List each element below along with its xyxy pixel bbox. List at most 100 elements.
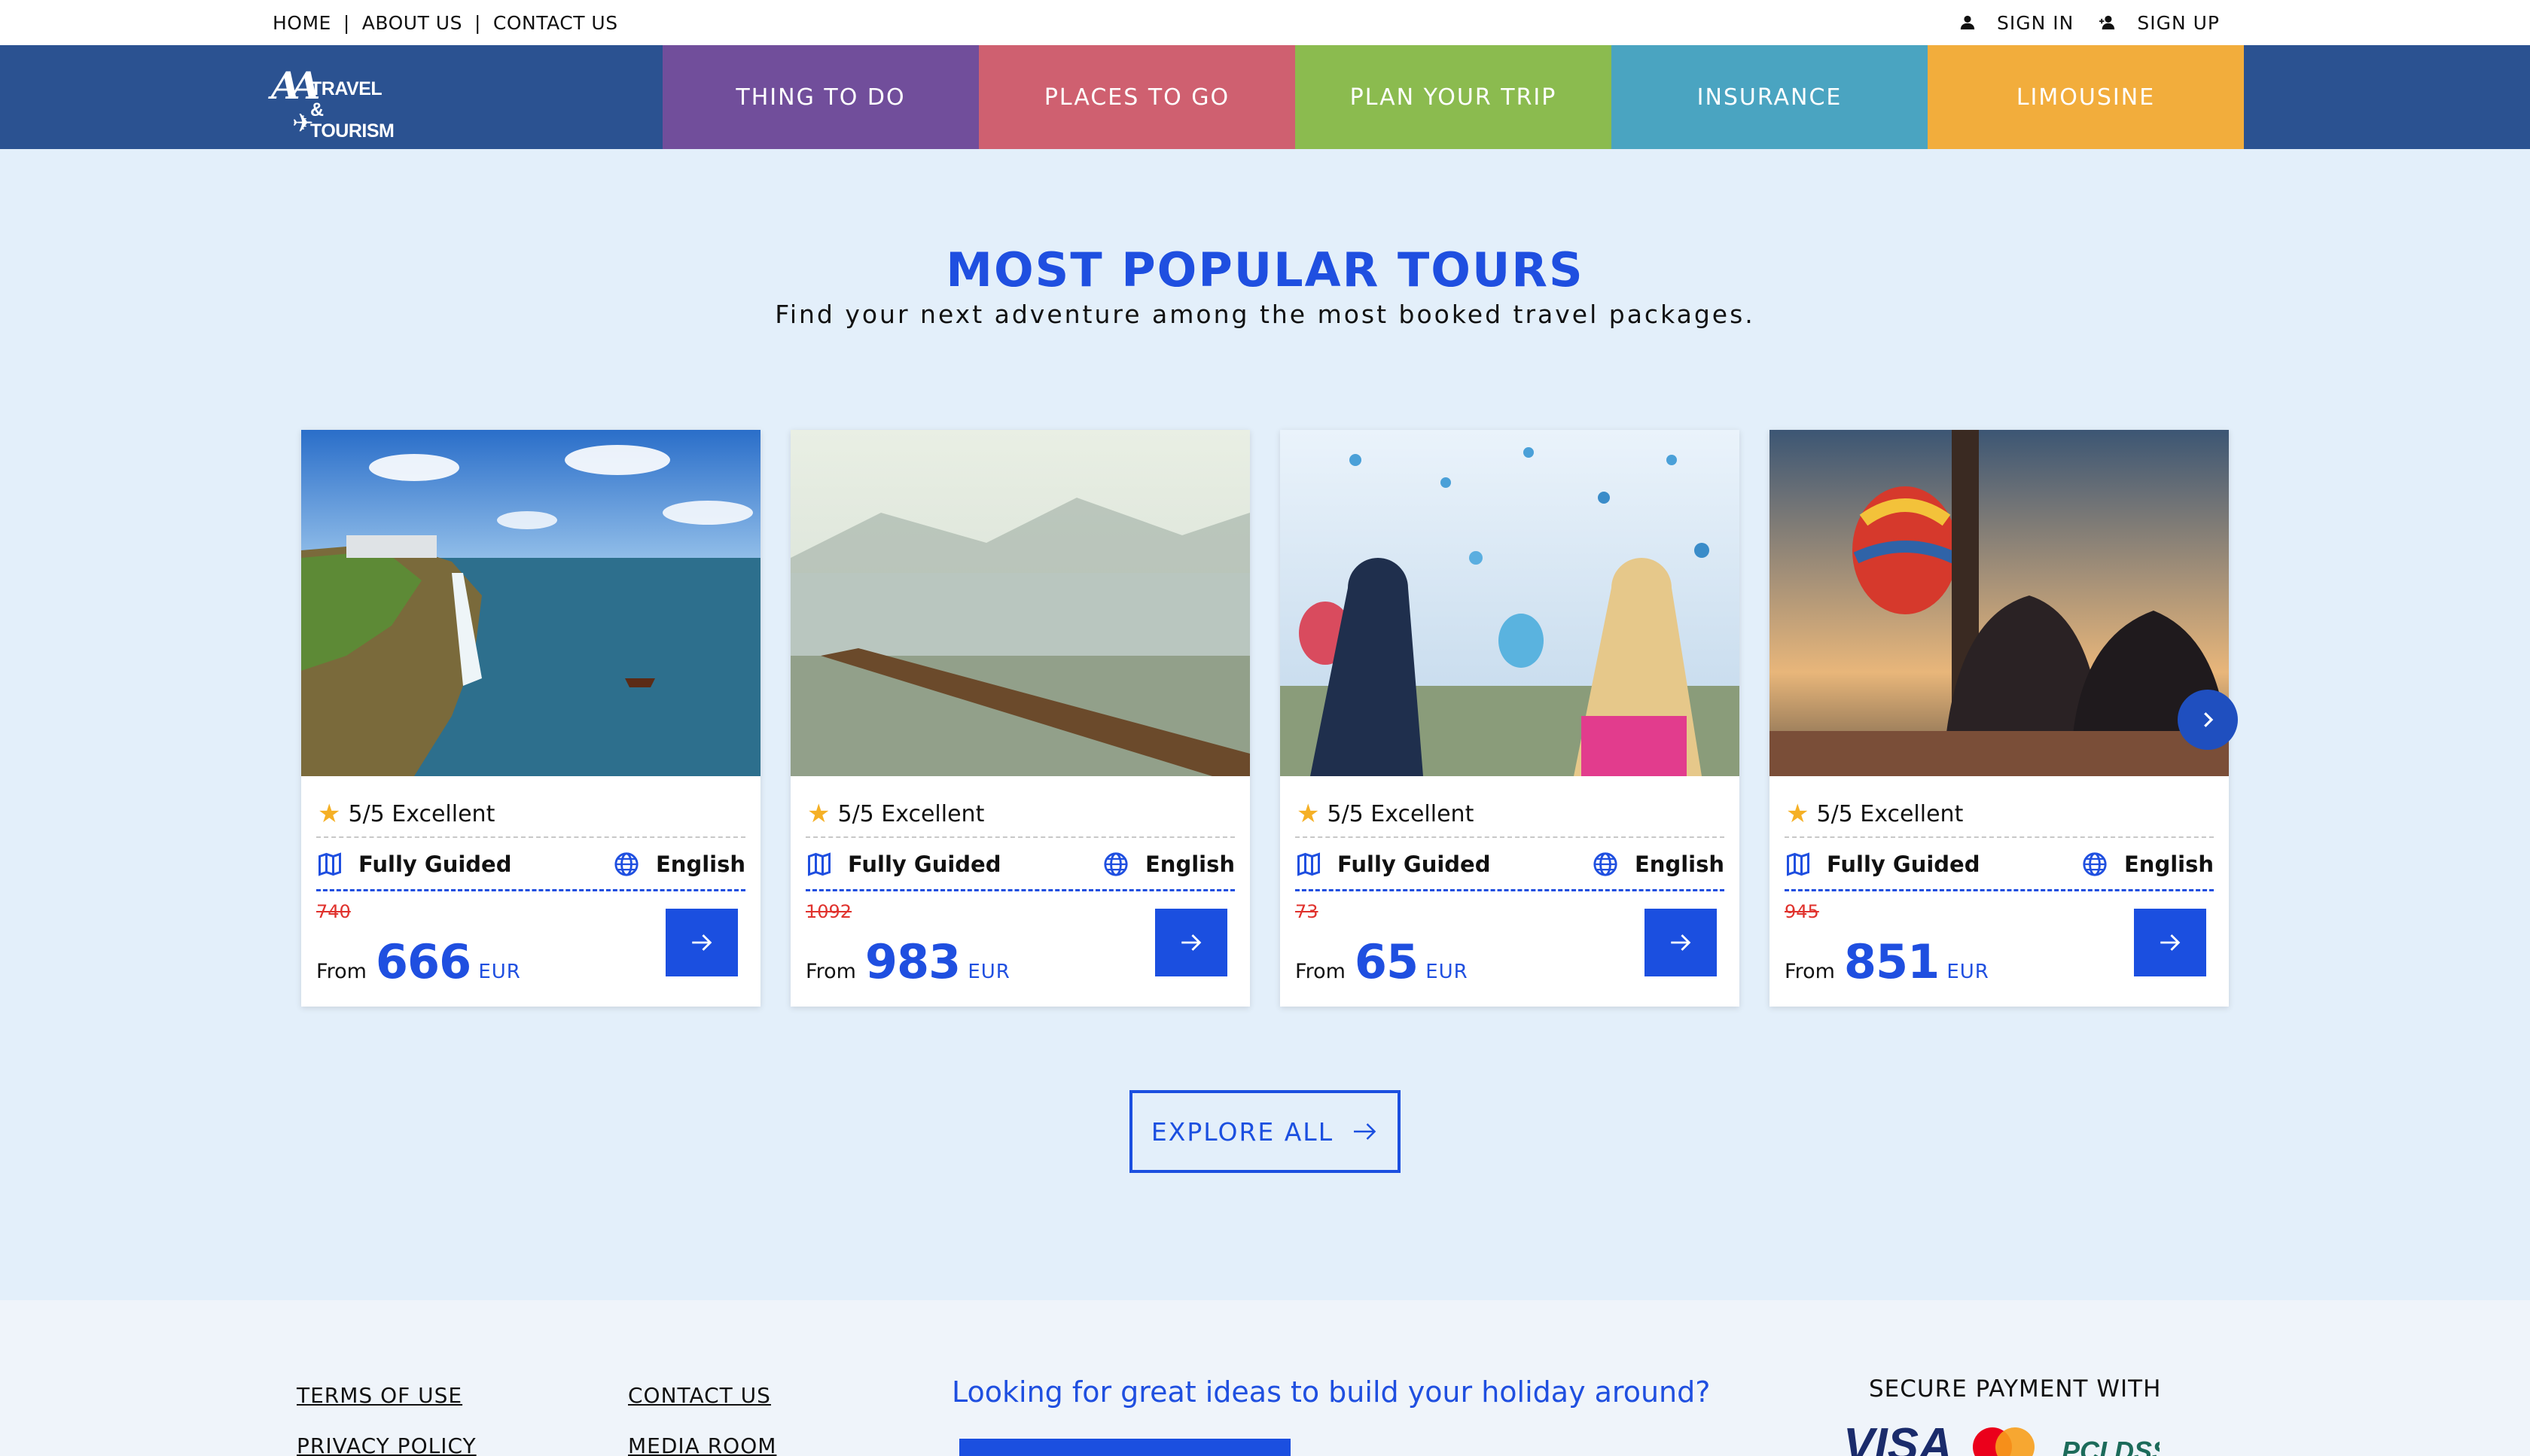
nav-items: THING TO DO PLACES TO GO PLAN YOUR TRIP … xyxy=(663,45,2244,149)
price: 983 xyxy=(864,934,961,989)
guided-info: Fully Guided xyxy=(316,845,511,883)
divider xyxy=(1785,836,2214,838)
globe-icon xyxy=(614,852,639,876)
main-nav: AA TRAVEL & TOURISM ✈ THING TO DO PLACES… xyxy=(0,45,2530,149)
map-icon xyxy=(1297,852,1320,876)
star-icon: ★ xyxy=(807,799,831,829)
divider xyxy=(806,836,1235,838)
holiday-ideas-button[interactable] xyxy=(959,1439,1291,1456)
star-icon: ★ xyxy=(1786,799,1809,829)
guided-label: Fully Guided xyxy=(1827,851,1980,877)
sign-in-link[interactable]: SIGN IN xyxy=(1959,12,2074,34)
from-label: From xyxy=(316,960,367,983)
old-price: 1092 xyxy=(806,901,852,922)
waterfall-coast-photo xyxy=(301,430,761,776)
price-divider xyxy=(316,889,745,891)
privacy-policy-link[interactable]: PRIVACY POLICY xyxy=(297,1433,477,1456)
carousel-next-button[interactable] xyxy=(2178,690,2238,750)
section-title: MOST POPULAR TOURS xyxy=(946,242,1584,297)
sign-up-label: SIGN UP xyxy=(2137,11,2220,34)
guided-label: Fully Guided xyxy=(358,851,512,877)
from-label: From xyxy=(806,960,856,983)
map-icon xyxy=(319,852,341,876)
divider xyxy=(1295,836,1724,838)
rating: ★ 5/5 Excellent xyxy=(807,796,984,832)
guided-info: Fully Guided xyxy=(1785,845,1980,883)
guided-label: Fully Guided xyxy=(848,851,1001,877)
holiday-ideas-heading: Looking for great ideas to build your ho… xyxy=(952,1375,1711,1409)
arrow-right-icon xyxy=(1671,934,1691,951)
pci-dss-logo-text: PCI DSS xyxy=(2062,1436,2160,1456)
sign-up-link[interactable]: SIGN UP xyxy=(2099,12,2220,34)
globe-icon xyxy=(1593,852,1617,876)
nav-item-thing-to-do[interactable]: THING TO DO xyxy=(663,45,979,149)
tour-card[interactable]: ★ 5/5 Excellent Fully Guided English 945… xyxy=(1769,430,2229,1007)
lake-pier-photo xyxy=(791,430,1250,776)
pci-dss-logo: PCI DSS xyxy=(2062,1436,2160,1456)
view-tour-button[interactable] xyxy=(2134,909,2206,976)
logo-line-1: TRAVEL & xyxy=(310,78,382,120)
balloon-basket-photo xyxy=(1769,430,2229,776)
from-label: From xyxy=(1785,960,1835,983)
about-us-link[interactable]: ABOUT US xyxy=(362,12,462,34)
explore-all-button[interactable]: EXPLORE ALL xyxy=(1129,1090,1401,1173)
price-divider xyxy=(1785,889,2214,891)
price: 666 xyxy=(375,934,471,989)
globe-icon xyxy=(1104,852,1128,876)
map-icon xyxy=(808,852,831,876)
price: 65 xyxy=(1354,934,1419,989)
secure-payment-heading: SECURE PAYMENT WITH xyxy=(1869,1375,2162,1403)
arrow-right-icon xyxy=(1181,934,1202,951)
nav-item-label: INSURANCE xyxy=(1696,84,1843,111)
nav-item-places-to-go[interactable]: PLACES TO GO xyxy=(979,45,1295,149)
separator: | xyxy=(343,11,350,34)
old-price: 73 xyxy=(1295,901,1318,922)
tour-card[interactable]: ★ 5/5 Excellent Fully Guided English 73 … xyxy=(1280,430,1739,1007)
rating-text: 5/5 Excellent xyxy=(348,800,495,827)
nav-item-insurance[interactable]: INSURANCE xyxy=(1611,45,1928,149)
currency: EUR xyxy=(1946,961,1989,983)
separator: | xyxy=(474,11,481,34)
price-divider xyxy=(1295,889,1724,891)
language-info: English xyxy=(1593,845,1724,883)
old-price: 740 xyxy=(316,901,351,922)
rating-text: 5/5 Excellent xyxy=(1327,800,1474,827)
footer-contact-us-link[interactable]: CONTACT US xyxy=(628,1383,771,1408)
tour-card[interactable]: ★ 5/5 Excellent Fully Guided English 740… xyxy=(301,430,761,1007)
arrow-right-icon xyxy=(692,934,712,951)
top-utility-bar: HOME | ABOUT US | CONTACT US SIGN IN SIG… xyxy=(0,0,2530,45)
price-block: From 666 EUR xyxy=(316,934,521,989)
home-link[interactable]: HOME xyxy=(273,12,331,34)
mastercard-logo xyxy=(1973,1427,2035,1456)
guided-info: Fully Guided xyxy=(806,845,1001,883)
view-tour-button[interactable] xyxy=(1644,909,1717,976)
media-room-link[interactable]: MEDIA ROOM xyxy=(628,1433,776,1456)
price-block: From 65 EUR xyxy=(1295,934,1468,989)
chevron-right-icon xyxy=(2204,712,2214,727)
contact-us-link[interactable]: CONTACT US xyxy=(493,12,618,34)
tour-card[interactable]: ★ 5/5 Excellent Fully Guided English 109… xyxy=(791,430,1250,1007)
language-info: English xyxy=(614,845,745,883)
plane-icon: ✈ xyxy=(292,108,314,139)
logo[interactable]: AA TRAVEL & TOURISM ✈ xyxy=(271,50,399,145)
arrow-right-icon xyxy=(2160,934,2181,951)
map-icon xyxy=(1787,852,1809,876)
star-icon: ★ xyxy=(1297,799,1320,829)
nav-item-plan-your-trip[interactable]: PLAN YOUR TRIP xyxy=(1295,45,1611,149)
language-label: English xyxy=(655,851,745,877)
logo-text: TRAVEL & TOURISM xyxy=(310,78,399,142)
terms-of-use-link[interactable]: TERMS OF USE xyxy=(297,1383,462,1408)
globe-icon xyxy=(2083,852,2107,876)
rating-text: 5/5 Excellent xyxy=(1816,800,1964,827)
view-tour-button[interactable] xyxy=(1155,909,1227,976)
section-subtitle: Find your next adventure among the most … xyxy=(775,300,1755,329)
currency: EUR xyxy=(968,961,1010,983)
view-tour-button[interactable] xyxy=(666,909,738,976)
nav-item-limousine[interactable]: LIMOUSINE xyxy=(1928,45,2244,149)
payment-logos: VISA PCI DSS xyxy=(1843,1415,2160,1456)
auth-links: SIGN IN SIGN UP xyxy=(1959,0,2220,45)
old-price: 945 xyxy=(1785,901,1819,922)
guided-label: Fully Guided xyxy=(1337,851,1491,877)
language-info: English xyxy=(2082,845,2214,883)
price-block: From 851 EUR xyxy=(1785,934,1989,989)
